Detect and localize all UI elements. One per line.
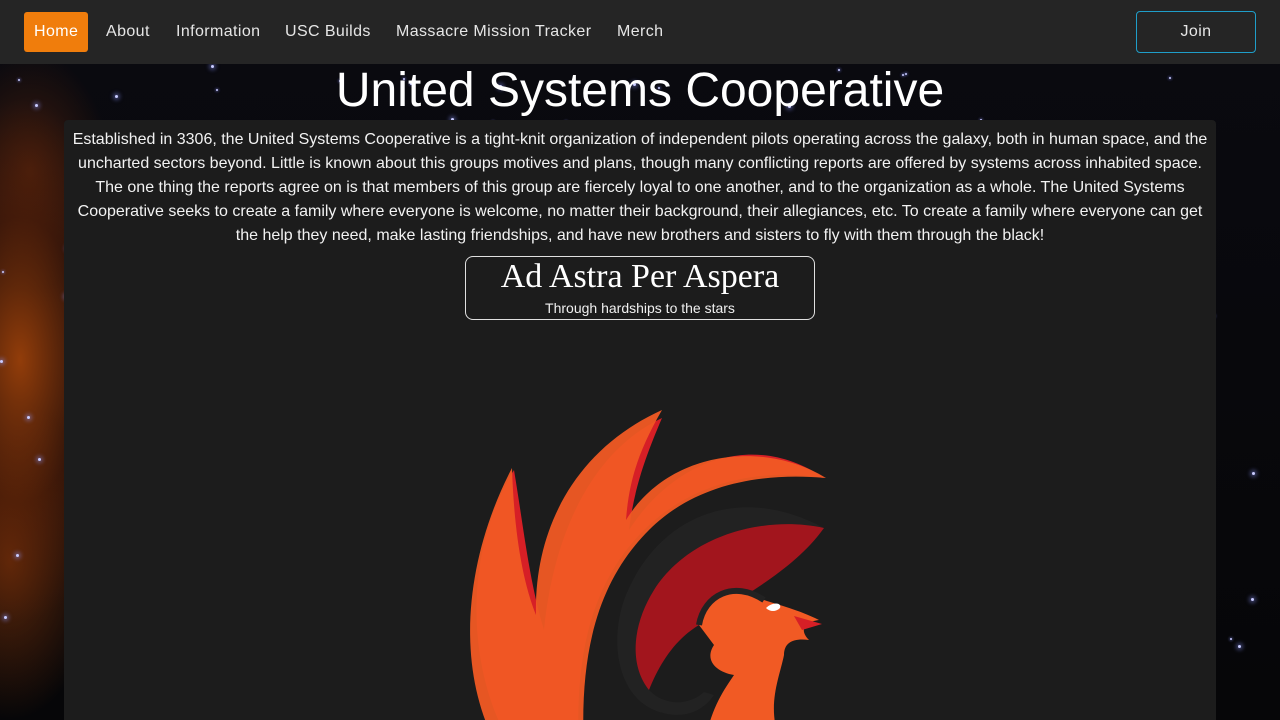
star [1251,598,1255,602]
nav-massacre-mission-tracker[interactable]: Massacre Mission Tracker [396,12,591,52]
star [1237,645,1241,649]
star [26,416,30,420]
join-button[interactable]: Join [1136,11,1256,53]
nav-information[interactable]: Information [176,12,260,52]
phoenix-logo-icon [470,410,826,720]
nav-home[interactable]: Home [24,12,89,52]
navbar: Home About Information USC Builds Massac… [0,0,1280,64]
nav-usc-builds[interactable]: USC Builds [285,12,371,52]
motto-latin: Ad Astra Per Aspera [500,258,780,295]
star [2,271,5,274]
star [0,359,4,363]
motto-translation: Through hardships to the stars [545,300,735,316]
nav-merch[interactable]: Merch [617,12,663,52]
star [3,616,7,620]
star [1229,637,1232,640]
star [16,553,20,557]
motto-box: Ad Astra Per Aspera Through hardships to… [465,256,815,320]
star [1252,472,1256,476]
content-card: Established in 3306, the United Systems … [64,120,1216,720]
star [37,457,41,461]
nav-about[interactable]: About [106,12,150,52]
intro-paragraph: Established in 3306, the United Systems … [72,131,1208,244]
page-title: United Systems Cooperative [335,64,945,117]
